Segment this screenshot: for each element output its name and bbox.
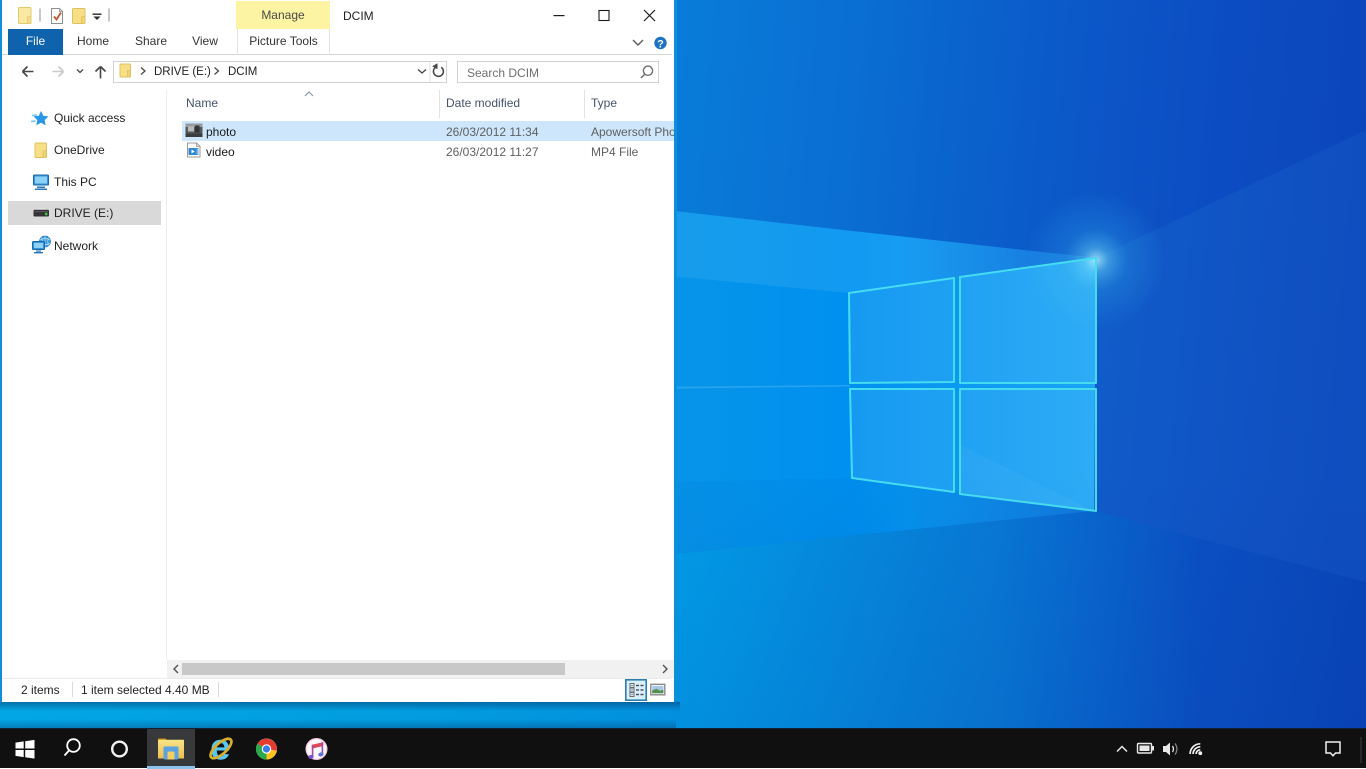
svg-text:DRIVE (E:): DRIVE (E:) <box>154 66 211 78</box>
svg-text:?: ? <box>657 39 664 51</box>
svg-text:DCIM: DCIM <box>228 66 257 78</box>
